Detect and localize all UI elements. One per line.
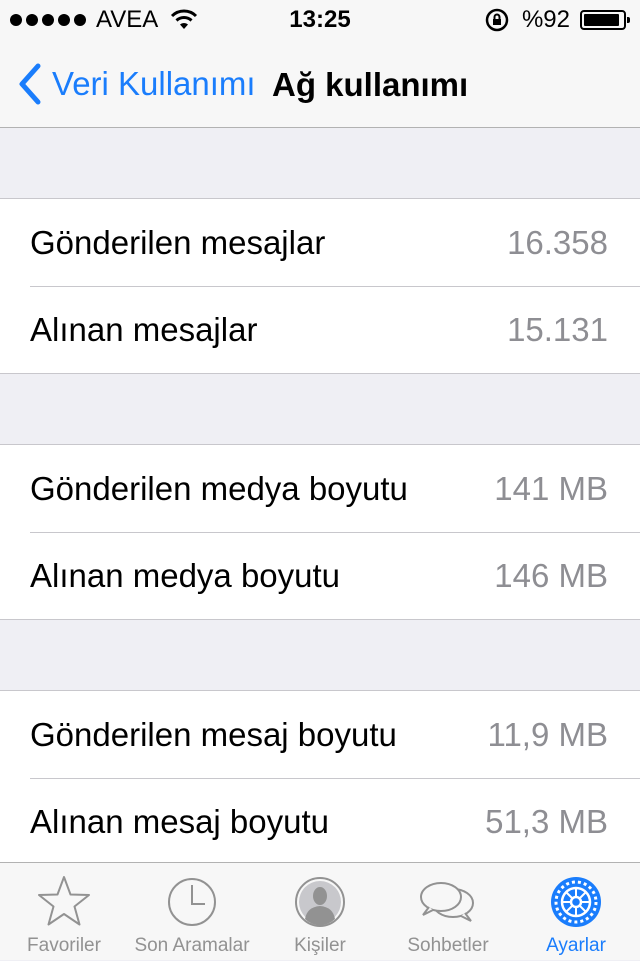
row-label: Alınan medya boyutu <box>30 556 341 594</box>
row-label: Alınan mesajlar <box>30 310 258 348</box>
tab-icon-wrap <box>256 873 384 931</box>
tab-settings[interactable]: Ayarlar <box>512 863 640 961</box>
back-button[interactable]: Veri Kullanımı <box>14 62 256 106</box>
battery-percent: %92 <box>521 6 570 33</box>
status-bar: AVEA 13:25 %92 <box>0 0 640 40</box>
tab-contacts[interactable]: Kişiler <box>256 863 384 961</box>
tab-favorites[interactable]: Favoriler <box>0 863 128 961</box>
usage-group-media: Gönderilen medya boyutu 141 MB Alınan me… <box>0 444 640 620</box>
list-item: Alınan mesajlar 15.131 <box>0 286 640 373</box>
tab-label: Ayarlar <box>546 935 606 956</box>
tab-icon-wrap <box>384 873 512 931</box>
tab-icon-wrap <box>512 873 640 931</box>
person-icon <box>295 877 345 927</box>
tab-label: Son Aramalar <box>134 935 250 956</box>
navigation-bar: Veri Kullanımı Ağ kullanımı <box>0 40 640 128</box>
row-label: Gönderilen mesaj boyutu <box>30 715 397 753</box>
status-right: %92 <box>484 6 630 34</box>
battery-icon <box>580 10 630 30</box>
row-value: 11,9 MB <box>487 715 608 753</box>
list-item: Alınan medya boyutu 146 MB <box>0 532 640 619</box>
tab-recents[interactable]: Son Aramalar <box>128 863 256 961</box>
clock-icon <box>168 878 216 926</box>
tab-icon-wrap <box>0 873 128 931</box>
list-item: Gönderilen mesaj boyutu 11,9 MB <box>0 691 640 778</box>
list-item: Alınan mesaj boyutu 51,3 MB <box>0 778 640 865</box>
row-value: 16.358 <box>507 223 608 261</box>
list-item: Gönderilen medya boyutu 141 MB <box>0 445 640 532</box>
tab-label: Favoriler <box>27 935 101 956</box>
battery-tip <box>627 17 630 23</box>
usage-group-message-size: Gönderilen mesaj boyutu 11,9 MB Alınan m… <box>0 690 640 866</box>
usage-group-messages: Gönderilen mesajlar 16.358 Alınan mesajl… <box>0 198 640 374</box>
tab-icon-wrap <box>128 873 256 931</box>
battery-fill <box>584 14 619 26</box>
row-value: 146 MB <box>494 556 608 594</box>
tab-label: Kişiler <box>294 935 346 956</box>
row-value: 51,3 MB <box>485 802 608 840</box>
chat-bubbles-icon <box>420 882 474 922</box>
row-value: 15.131 <box>507 310 608 348</box>
gear-icon <box>551 877 601 927</box>
list-item: Gönderilen mesajlar 16.358 <box>0 199 640 286</box>
row-label: Gönderilen mesajlar <box>30 223 326 261</box>
rotation-lock-icon <box>485 8 509 32</box>
page-title: Ağ kullanımı <box>272 66 469 103</box>
row-label: Alınan mesaj boyutu <box>30 802 330 840</box>
star-icon <box>38 876 90 926</box>
row-label: Gönderilen medya boyutu <box>30 469 408 507</box>
chevron-left-icon <box>19 63 41 105</box>
back-button-label: Veri Kullanımı <box>52 65 256 102</box>
tab-label: Sohbetler <box>407 935 489 956</box>
tab-chats[interactable]: Sohbetler <box>384 863 512 961</box>
row-value: 141 MB <box>494 469 608 507</box>
tab-bar: Favoriler Son Aramalar Kişiler Sohbetler… <box>0 862 640 960</box>
